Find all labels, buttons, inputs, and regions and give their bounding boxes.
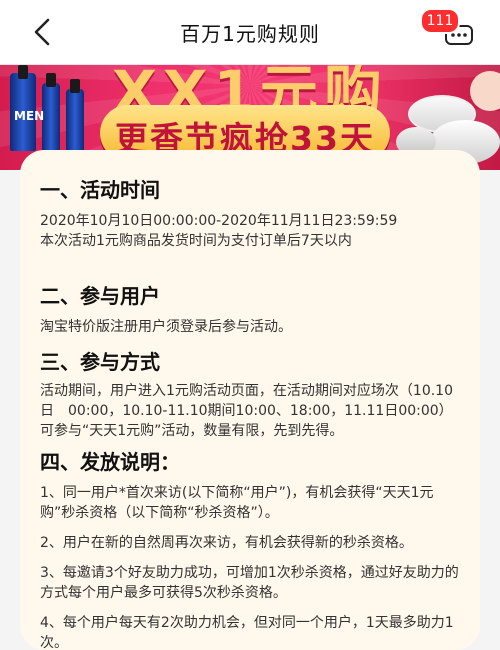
section-text: 4、每个用户每天有2次助力机会，但对同一个用户，1天最多助力1次。: [40, 615, 454, 650]
rules-card: 一、活动时间 2020年10月10日00:00:00-2020年11月11日23…: [20, 150, 480, 650]
section-method: 三、参与方式 活动期间，用户进入1元购活动页面，在活动期间对应场次（10.10日…: [40, 346, 465, 441]
section-participants: 二、参与用户 淘宝特价版注册用户须登录后参与活动。: [40, 280, 292, 337]
section-text: 活动期间，用户进入1元购活动页面，在活动期间对应场次（10.10日 00:00，…: [40, 383, 453, 439]
unread-count-badge: 111: [420, 8, 460, 34]
section-text: 本次活动1元购商品发货时间为支付订单后7天以内: [40, 233, 352, 249]
section-text: 3、每邀请3个好友助力成功，可增加1次秒杀资格，通过好友助力的方式每个用户最多可…: [40, 565, 459, 601]
section-activity-time: 一、活动时间 2020年10月10日00:00:00-2020年11月11日23…: [40, 174, 397, 251]
section-text: 2、用户在新的自然周再次来访，有机会获得新的秒杀资格。: [40, 535, 413, 551]
top-nav-bar: 百万1元购规则 111: [0, 0, 500, 65]
section-distribution: 四、发放说明： 1、同一用户*首次来访(以下简称“用户”)，有机会获得“天天1元…: [40, 446, 465, 650]
section-heading: 二、参与用户: [40, 284, 160, 308]
section-text: 2020年10月10日00:00:00-2020年11月11日23:59:59: [40, 213, 398, 229]
section-heading: 三、参与方式: [40, 350, 160, 374]
section-text: 1、同一用户*首次来访(以下简称“用户”)，有机会获得“天天1元购”秒杀资格（以…: [40, 485, 434, 521]
section-heading: 一、活动时间: [40, 178, 160, 202]
section-heading: 四、发放说明：: [40, 450, 180, 474]
section-text: 淘宝特价版注册用户须登录后参与活动。: [40, 319, 292, 335]
product-label: MEN: [14, 109, 45, 123]
